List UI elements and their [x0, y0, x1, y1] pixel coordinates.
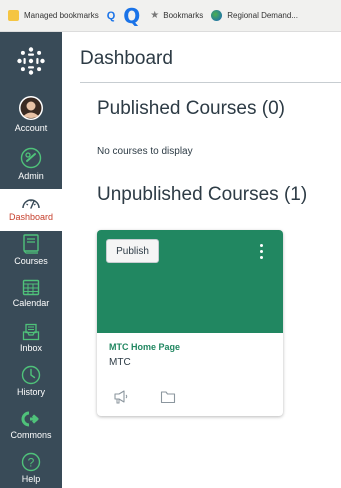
nav-item-history[interactable]: History [0, 365, 62, 397]
bookmark-label: Managed bookmarks [24, 11, 99, 20]
kebab-menu-icon[interactable] [256, 242, 268, 262]
global-navigation: Account Admin Dashboard Courses Calendar… [0, 32, 62, 488]
nav-item-calendar[interactable]: Calendar [0, 278, 62, 308]
nav-label: Admin [18, 171, 44, 181]
folder-icon [8, 10, 19, 21]
nav-item-admin[interactable]: Admin [0, 147, 62, 181]
course-name-link[interactable]: MTC Home Page [109, 342, 180, 352]
nav-label: Inbox [19, 343, 43, 353]
nav-label: Dashboard [8, 212, 54, 222]
calendar-icon [22, 279, 40, 296]
announcements-icon[interactable] [113, 390, 129, 404]
canvas-logo-icon[interactable] [16, 46, 46, 76]
course-card[interactable]: Publish MTC Home Page MTC [97, 230, 283, 416]
shield-icon [20, 147, 42, 169]
nav-item-dashboard[interactable]: Dashboard [0, 189, 62, 231]
unpublished-courses-heading: Unpublished Courses (1) [97, 184, 308, 205]
bookmark-regional-demand[interactable]: Regional Demand... [211, 10, 298, 21]
bookmark-label: Regional Demand... [227, 11, 298, 20]
header-divider [80, 82, 341, 83]
main-content: Dashboard Published Courses (0) No cours… [62, 32, 341, 488]
clock-icon [21, 365, 41, 385]
nav-item-commons[interactable]: Commons [0, 410, 62, 440]
nav-item-inbox[interactable]: Inbox [0, 323, 62, 353]
nav-label: Calendar [12, 298, 50, 308]
nav-label: Commons [10, 430, 52, 440]
speedometer-icon [22, 199, 40, 209]
publish-button[interactable]: Publish [106, 239, 159, 263]
nav-label: History [16, 387, 45, 397]
no-courses-message: No courses to display [97, 146, 193, 157]
nav-item-account[interactable]: Account [0, 95, 62, 133]
globe-icon [211, 10, 223, 21]
nav-item-help[interactable]: ? Help [0, 452, 62, 484]
nav-label: Help [21, 474, 41, 484]
bookmarks-bar: Managed bookmarks Q Q ★ Bookmarks Region… [0, 0, 341, 32]
svg-text:?: ? [28, 456, 35, 470]
nav-label: Account [14, 123, 48, 133]
page-title: Dashboard [80, 48, 173, 69]
help-icon: ? [21, 452, 41, 472]
course-code: MTC [109, 357, 131, 368]
nav-item-courses[interactable]: Courses [0, 234, 62, 266]
q-large-icon[interactable]: Q [123, 6, 140, 26]
nav-label: Courses [14, 256, 48, 266]
star-icon: ★ [150, 10, 160, 21]
avatar-icon [19, 96, 43, 120]
commons-arrow-icon [21, 411, 39, 427]
bookmark-managed-bookmarks[interactable]: Managed bookmarks [8, 10, 99, 21]
published-courses-heading: Published Courses (0) [97, 98, 285, 119]
bookmark-bookmarks[interactable]: ★ Bookmarks [150, 10, 203, 21]
inbox-icon [22, 323, 40, 341]
book-icon [23, 234, 39, 254]
bookmark-label: Bookmarks [163, 11, 204, 20]
files-icon[interactable] [160, 390, 176, 404]
q-small-icon[interactable]: Q [107, 10, 116, 22]
